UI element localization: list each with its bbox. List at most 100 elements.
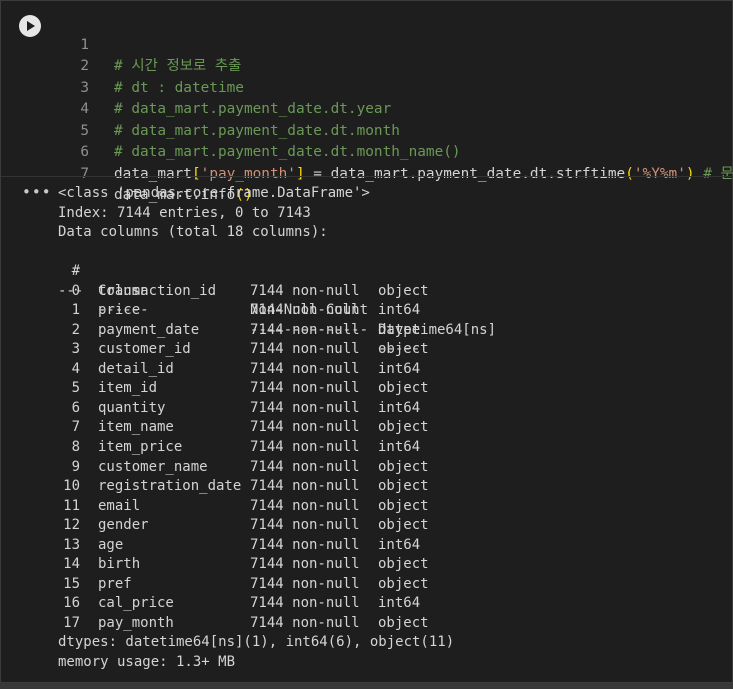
code-line: 1 # 시간 정보로 추출 <box>1 13 733 75</box>
row-non-null-count: 7144 non-null <box>250 321 360 338</box>
row-index: 16 <box>63 595 80 612</box>
row-index: 0 <box>71 282 80 299</box>
row-non-null-count: 7144 non-null <box>250 556 360 573</box>
line-number: 7 <box>80 165 89 182</box>
table-row: 9 customer_name 7144 non-null object <box>58 458 728 478</box>
row-index: 9 <box>71 458 80 475</box>
row-column-name: email <box>98 497 141 514</box>
row-dtype: int64 <box>378 360 421 377</box>
row-column-name: gender <box>98 517 149 534</box>
row-index: 14 <box>63 556 80 573</box>
row-non-null-count: 7144 non-null <box>250 438 360 455</box>
table-row: 0 transaction_id 7144 non-null object <box>58 282 728 302</box>
row-dtype: object <box>378 575 429 592</box>
row-dtype: object <box>378 614 429 631</box>
table-row: 11 email 7144 non-null object <box>58 497 728 517</box>
row-column-name: item_price <box>98 438 183 455</box>
row-dtype: object <box>378 282 429 299</box>
row-non-null-count: 7144 non-null <box>250 341 360 358</box>
row-dtype: datetime64[ns] <box>378 321 497 338</box>
row-column-name: detail_id <box>98 360 174 377</box>
output-line: <class 'pandas.core.frame.DataFrame'> <box>58 185 370 201</box>
row-dtype: object <box>378 497 429 514</box>
row-dtype: object <box>378 419 429 436</box>
row-non-null-count: 7144 non-null <box>250 380 360 397</box>
row-non-null-count: 7144 non-null <box>250 282 360 299</box>
row-column-name: age <box>98 536 124 553</box>
code-expression: = data_mart.payment_date.dt.strftime <box>304 165 626 182</box>
code-line: 3 # data_mart.payment_date.dt.year <box>1 56 733 118</box>
output-line: Data columns (total 18 columns): <box>58 224 328 240</box>
code-string: '%Y%m' <box>633 165 686 182</box>
table-row: 5 item_id 7144 non-null object <box>58 379 728 399</box>
more-horizontal-icon[interactable]: ••• <box>22 185 51 203</box>
row-index: 10 <box>63 478 80 495</box>
row-column-name: cal_price <box>98 595 174 612</box>
row-column-name: pref <box>98 575 132 592</box>
row-dtype: int64 <box>378 302 421 319</box>
code-identifier: data_mart <box>114 165 192 182</box>
code-editor[interactable]: 1 # 시간 정보로 추출 2 # dt : datetime 3 # data… <box>1 13 733 204</box>
notebook-code-cell: 1 # 시간 정보로 추출 2 # dt : datetime 3 # data… <box>0 0 733 683</box>
cell-output: <class 'pandas.core.frame.DataFrame'> In… <box>58 184 728 672</box>
row-column-name: pay_month <box>98 614 174 631</box>
row-column-name: registration_date <box>98 478 242 495</box>
table-row: 8 item_price 7144 non-null int64 <box>58 438 728 458</box>
table-row: 17 pay_month 7144 non-null object <box>58 614 728 634</box>
row-column-name: price <box>98 302 141 319</box>
row-index: 15 <box>63 575 80 592</box>
row-dtype: int64 <box>378 536 421 553</box>
row-non-null-count: 7144 non-null <box>250 536 360 553</box>
table-row: 13 age 7144 non-null int64 <box>58 536 728 556</box>
table-row: 12 gender 7144 non-null object <box>58 516 728 536</box>
columns-table-header: # Column Non-Null Count Dtype <box>58 243 728 338</box>
row-index: 8 <box>71 438 80 455</box>
row-non-null-count: 7144 non-null <box>250 614 360 631</box>
code-line: 4 # data_mart.payment_date.dt.month <box>1 78 733 139</box>
row-dtype: int64 <box>378 438 421 455</box>
row-column-name: customer_name <box>98 458 208 475</box>
row-index: 12 <box>63 517 80 534</box>
output-line: Index: 7144 entries, 0 to 7143 <box>58 204 311 221</box>
row-index: 2 <box>71 321 80 338</box>
row-column-name: birth <box>98 556 141 573</box>
row-non-null-count: 7144 non-null <box>250 517 360 534</box>
row-non-null-count: 7144 non-null <box>250 458 360 475</box>
cell-bottom-border <box>0 683 733 689</box>
table-row: 7 item_name 7144 non-null object <box>58 418 728 438</box>
table-row: 3 customer_id 7144 non-null object <box>58 340 728 360</box>
code-bracket: [ <box>191 165 201 182</box>
row-index: 7 <box>71 419 80 436</box>
row-non-null-count: 7144 non-null <box>250 595 360 612</box>
code-bracket: ] <box>295 165 305 182</box>
row-column-name: item_id <box>98 380 158 397</box>
output-line: memory usage: 1.3+ MB <box>58 653 236 670</box>
row-non-null-count: 7144 non-null <box>250 575 360 592</box>
row-non-null-count: 7144 non-null <box>250 360 360 377</box>
table-row: 14 birth 7144 non-null object <box>58 555 728 575</box>
row-dtype: object <box>378 458 429 475</box>
output-line: dtypes: datetime64[ns](1), int64(6), obj… <box>58 634 455 651</box>
row-index: 5 <box>71 380 80 397</box>
code-line: 2 # dt : datetime <box>1 35 733 96</box>
columns-table-body: 0 transaction_id 7144 non-null object 1 price… <box>58 282 728 634</box>
row-index: 4 <box>71 360 80 377</box>
table-row: 10 registration_date 7144 non-null object <box>58 477 728 497</box>
row-dtype: object <box>378 517 429 534</box>
row-non-null-count: 7144 non-null <box>250 497 360 514</box>
table-row: 15 pref 7144 non-null object <box>58 575 728 595</box>
table-row: 1 price 7144 non-null int64 <box>58 301 728 321</box>
row-column-name: quantity <box>98 399 166 416</box>
row-index: 1 <box>71 302 80 319</box>
row-dtype: object <box>378 341 429 358</box>
row-dtype: object <box>378 380 429 397</box>
table-row: 4 detail_id 7144 non-null int64 <box>58 360 728 380</box>
row-non-null-count: 7144 non-null <box>250 302 360 319</box>
table-row: 6 quantity 7144 non-null int64 <box>58 399 728 419</box>
code-comment: # 문자열 <box>703 165 733 182</box>
code-line: 7 data_mart.info() <box>1 142 733 204</box>
row-column-name: item_name <box>98 419 174 436</box>
row-dtype: object <box>378 556 429 573</box>
code-line: 6 data_mart['pay_month'] = data_mart.pay… <box>1 121 733 182</box>
table-row: 2 payment_date 7144 non-null datetime64[ns] <box>58 321 728 341</box>
